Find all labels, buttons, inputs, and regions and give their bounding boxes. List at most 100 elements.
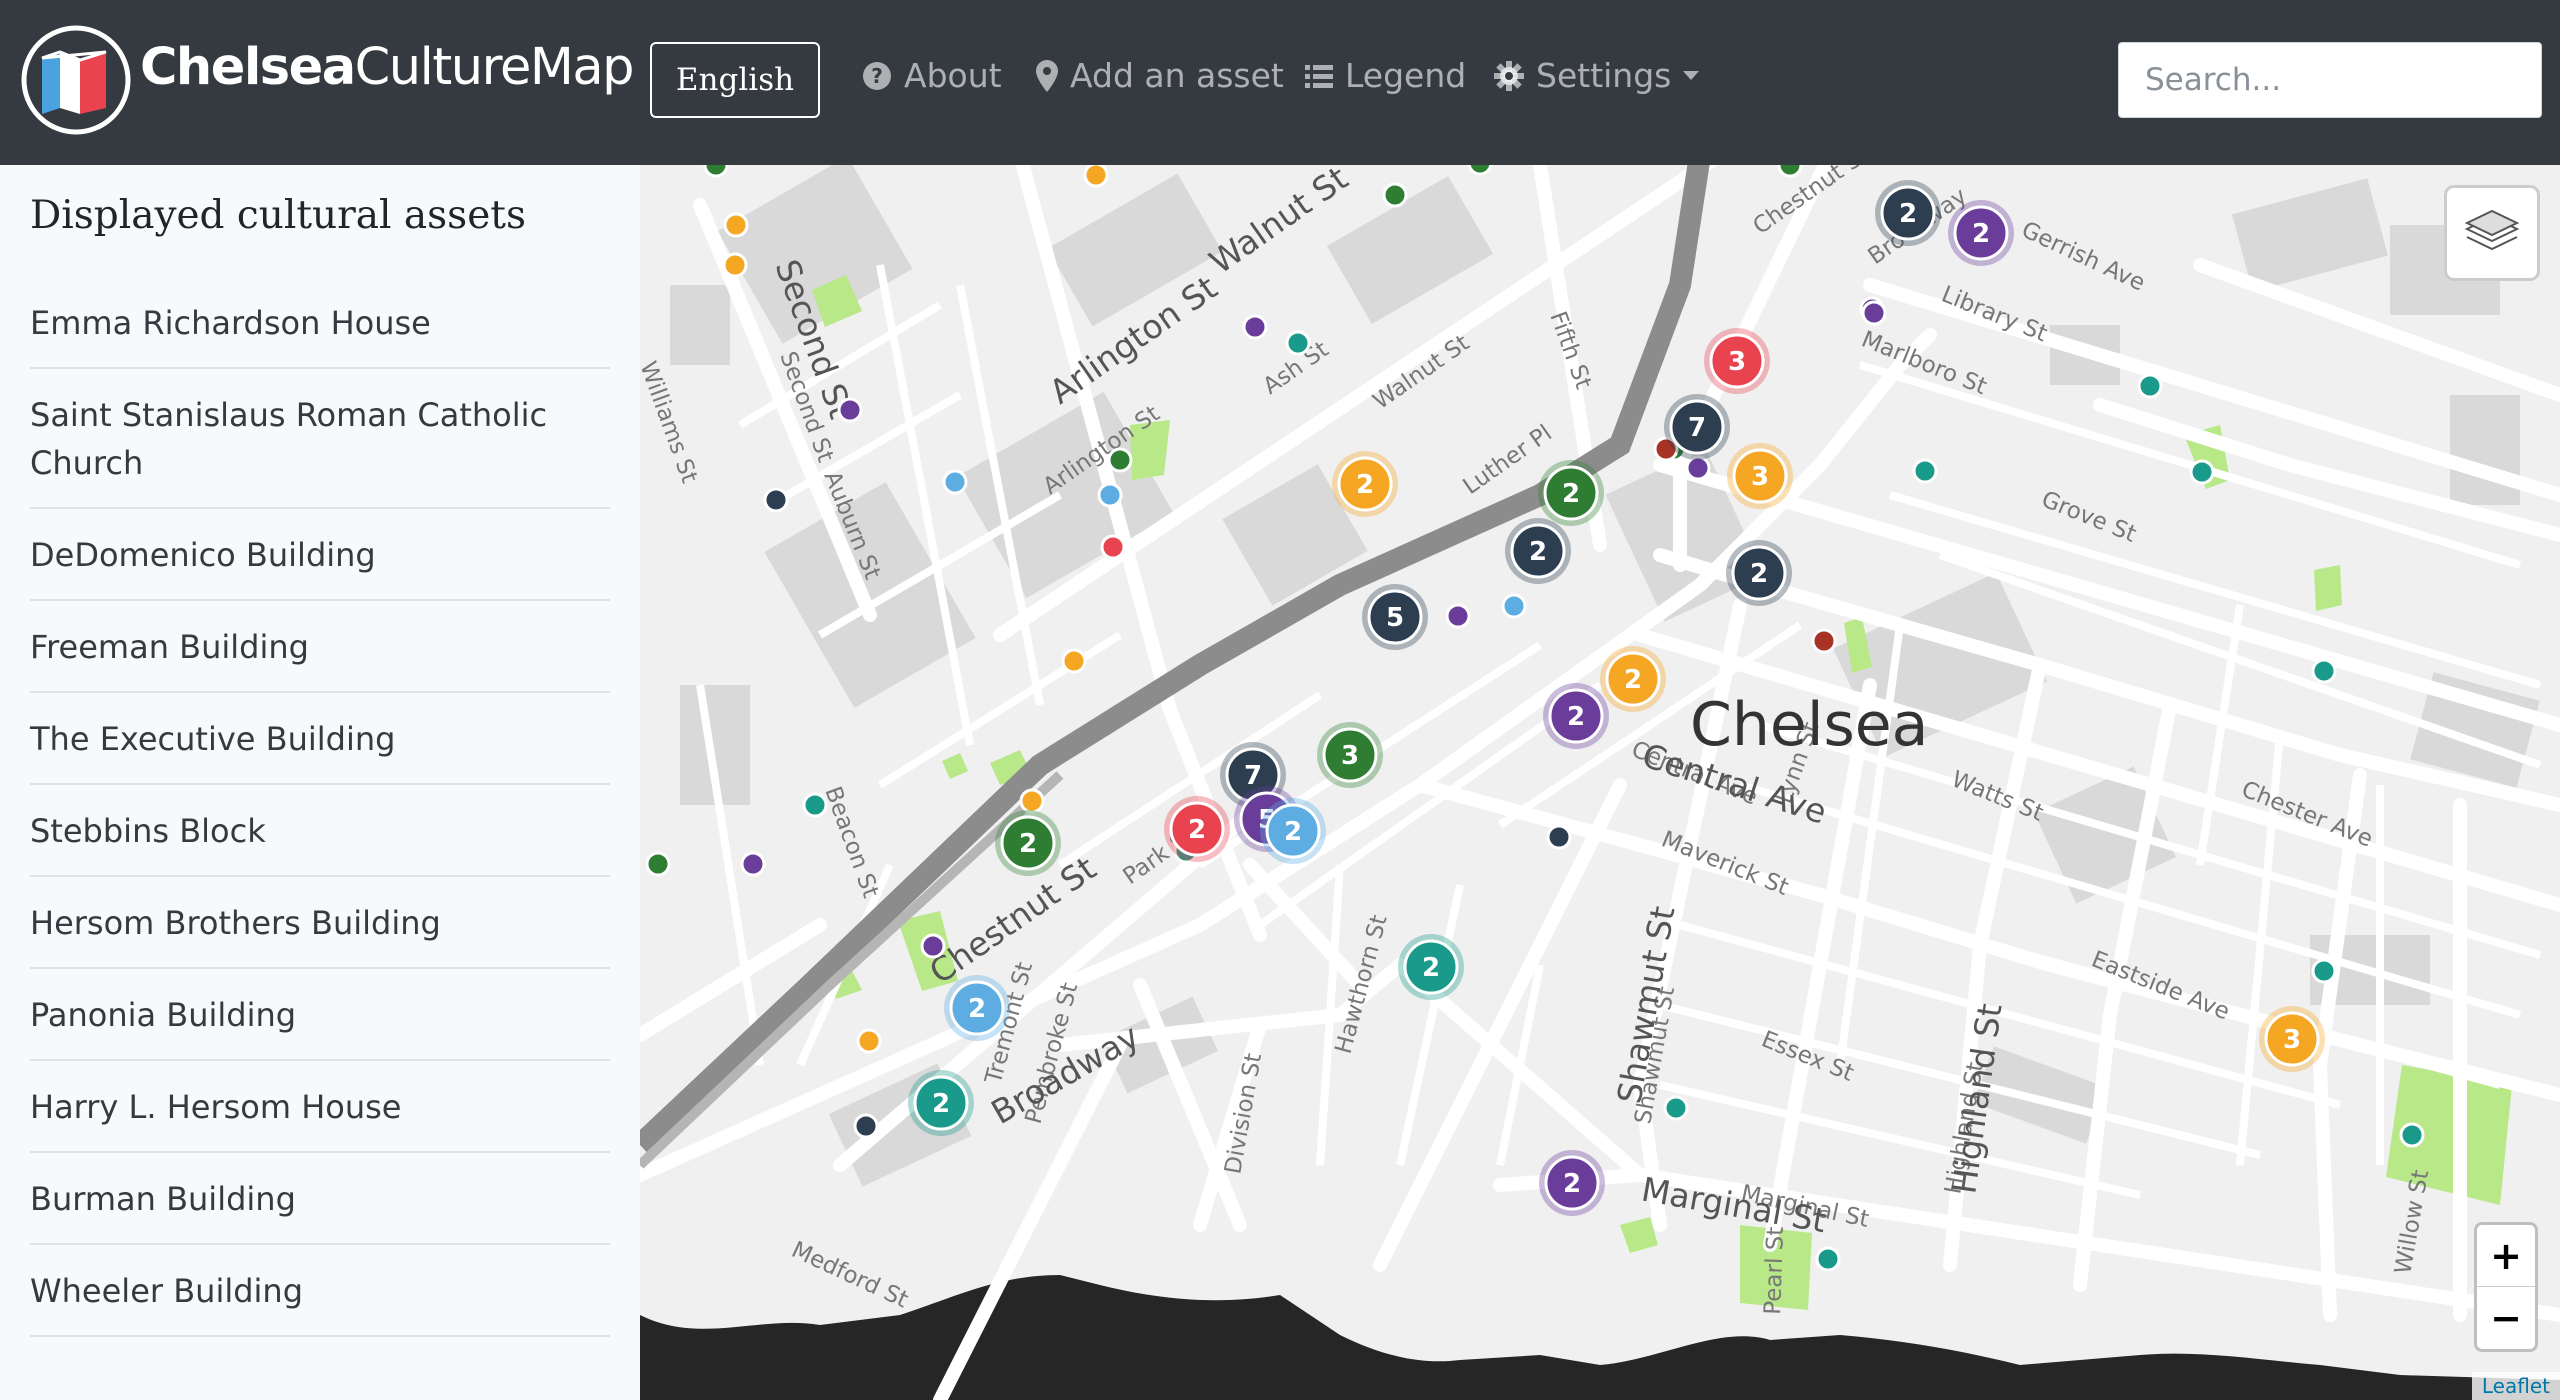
cluster-count-label: 2 [1356,470,1374,500]
cluster-count-label: 2 [932,1089,950,1119]
question-circle-icon: ? [863,61,891,90]
list-item[interactable]: Wheeler Building [30,1245,610,1337]
asset-marker[interactable] [1811,628,1837,654]
cluster-marker[interactable]: 2 [1875,180,1941,246]
asset-marker[interactable] [2399,1122,2425,1148]
cluster-count-label: 2 [1899,199,1917,229]
asset-marker[interactable] [1663,1095,1689,1121]
cluster-marker[interactable]: 2 [1164,796,1230,862]
map-svg[interactable]: Second St Williams St Auburn St Arlingto… [640,165,2560,1400]
cluster-marker[interactable]: 3 [1727,443,1793,509]
app-brand[interactable]: ChelseaCultureMap [140,38,634,97]
asset-marker[interactable] [1912,458,1938,484]
nav-settings-dropdown[interactable]: Settings [1494,56,1700,95]
cluster-marker[interactable]: 2 [1543,683,1609,749]
leaflet-attribution[interactable]: Leaflet [2471,1372,2560,1400]
cluster-marker[interactable]: 2 [1600,646,1666,712]
asset-marker[interactable] [1242,314,1268,340]
asset-marker[interactable] [1445,603,1471,629]
cluster-marker[interactable]: 3 [1317,722,1383,788]
cluster-count-label: 2 [1563,1169,1581,1199]
list-item[interactable]: The Executive Building [30,693,610,785]
cluster-count-label: 3 [1751,462,1769,492]
asset-marker[interactable] [1061,648,1087,674]
map-canvas[interactable]: Second St Williams St Auburn St Arlingto… [640,165,2560,1400]
cluster-marker[interactable]: 2 [1260,798,1326,864]
nav-legend[interactable]: Legend [1305,56,1466,95]
asset-marker[interactable] [802,792,828,818]
asset-marker[interactable] [1382,182,1408,208]
language-button[interactable]: English [650,42,820,118]
list-item[interactable]: DeDomenico Building [30,509,610,601]
cluster-marker[interactable]: 7 [1664,394,1730,460]
asset-marker[interactable] [723,212,749,238]
cluster-count-label: 2 [1972,219,1990,249]
asset-marker[interactable] [942,469,968,495]
cluster-marker[interactable]: 2 [944,975,1010,1041]
asset-marker[interactable] [1467,165,1493,176]
asset-marker[interactable] [1546,824,1572,850]
list-item[interactable]: Stebbins Block [30,785,610,877]
layer-switcher-button[interactable] [2444,185,2540,281]
cluster-marker[interactable]: 2 [1539,1150,1605,1216]
asset-marker[interactable] [1083,165,1109,188]
city-label: Chelsea [1690,690,1928,760]
asset-marker[interactable] [2189,459,2215,485]
cluster-marker[interactable]: 2 [1948,200,2014,266]
cluster-marker[interactable]: 3 [1704,328,1770,394]
asset-marker[interactable] [2311,958,2337,984]
asset-marker[interactable] [740,851,766,877]
zoom-out-button[interactable]: − [2477,1287,2535,1349]
asset-marker[interactable] [1685,455,1711,481]
cluster-count-label: 5 [1386,603,1404,633]
asset-marker[interactable] [2137,373,2163,399]
asset-marker[interactable] [837,397,863,423]
search-input[interactable] [2118,42,2542,118]
list-item[interactable]: Harry L. Hersom House [30,1061,610,1153]
asset-marker[interactable] [920,933,946,959]
cluster-count-label: 2 [1019,829,1037,859]
cluster-marker[interactable]: 2 [1726,540,1792,606]
nav-legend-label: Legend [1345,56,1467,95]
asset-marker[interactable] [1100,534,1126,560]
cluster-marker[interactable]: 2 [995,810,1061,876]
asset-marker[interactable] [1815,1246,1841,1272]
culturemap-logo-icon[interactable] [20,24,132,136]
asset-marker[interactable] [645,851,671,877]
caret-down-icon [1683,70,1700,80]
cluster-count-label: 2 [1562,479,1580,509]
list-item[interactable]: Hersom Brothers Building [30,877,610,969]
list-item[interactable]: Saint Stanislaus Roman Catholic Church [30,369,610,509]
list-item[interactable]: Burman Building [30,1153,610,1245]
asset-marker[interactable] [1107,447,1133,473]
zoom-in-button[interactable]: + [2477,1225,2535,1287]
cluster-marker[interactable]: 2 [1332,451,1398,517]
layers-icon [2464,209,2520,251]
cluster-marker[interactable]: 2 [1398,934,1464,1000]
cluster-count-label: 3 [2283,1025,2301,1055]
asset-marker[interactable] [763,487,789,513]
cluster-marker[interactable]: 2 [908,1070,974,1136]
asset-marker[interactable] [2311,658,2337,684]
list-item[interactable]: Freeman Building [30,601,610,693]
asset-marker[interactable] [722,252,748,278]
nav-about[interactable]: ? About [862,56,1002,95]
asset-marker[interactable] [1285,330,1311,356]
asset-marker[interactable] [1097,482,1123,508]
cluster-marker[interactable]: 5 [1362,584,1428,650]
asset-marker[interactable] [1019,788,1045,814]
cluster-marker[interactable]: 3 [2259,1006,2325,1072]
gear-icon [1494,60,1524,91]
cluster-count-label: 2 [1624,665,1642,695]
asset-marker[interactable] [1501,593,1527,619]
asset-marker[interactable] [1861,300,1887,326]
asset-marker[interactable] [856,1028,882,1054]
asset-marker[interactable] [1777,165,1803,178]
asset-marker[interactable] [703,165,729,178]
list-item[interactable]: Panonia Building [30,969,610,1061]
nav-add-asset[interactable]: Add an asset [1036,56,1284,95]
cluster-marker[interactable]: 2 [1538,460,1604,526]
cluster-marker[interactable]: 2 [1505,518,1571,584]
asset-marker[interactable] [853,1113,879,1139]
list-item[interactable]: Emma Richardson House [30,277,610,369]
